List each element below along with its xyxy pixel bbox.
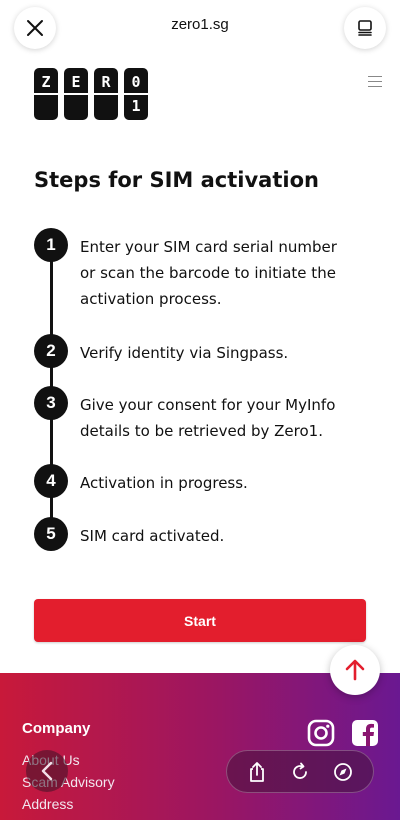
logo-tile: R [94,68,118,120]
arrow-up-icon [345,659,365,681]
instagram-icon[interactable] [307,719,335,747]
page-title: Steps for SIM activation [34,168,319,192]
compass-button[interactable] [331,760,355,784]
step-text: SIM card activated. [80,527,225,545]
reload-button[interactable] [288,760,312,784]
step-text: Activation in progress. [80,474,248,492]
activation-steps: 1 Enter your SIM card serial number or s… [34,228,374,558]
logo-tile: Z [34,68,58,120]
share-button[interactable] [245,760,269,784]
step-number-badge: 5 [34,517,68,551]
step-number-badge: 2 [34,334,68,368]
footer-link-address[interactable]: Address [22,796,73,812]
compass-icon [334,762,353,781]
tabs-button[interactable] [344,7,386,49]
site-footer: Company About Us Scam Advisory Address [0,673,400,820]
step-number-badge: 3 [34,386,68,420]
logo-tile: E [64,68,88,120]
url-label[interactable]: zero1.sg [0,16,400,33]
step-number-badge: 4 [34,464,68,498]
zero1-logo[interactable]: Z E R 01 [34,68,148,120]
browser-top-bar: zero1.sg [0,0,400,56]
start-button[interactable]: Start [34,599,366,642]
tabs-icon [358,20,372,36]
step-text: Verify identity via Singpass. [80,344,289,362]
logo-tile: 01 [124,68,148,120]
scroll-to-top-button[interactable] [330,645,380,695]
reload-icon [293,762,307,779]
facebook-icon[interactable] [351,719,379,747]
hamburger-menu-icon[interactable] [368,76,382,87]
back-button[interactable] [26,750,68,792]
step-text: Enter your SIM card serial number or sca… [80,238,337,308]
browser-action-bar [226,750,374,793]
step-number-badge: 1 [34,228,68,262]
step-text: Give your consent for your MyInfo detail… [80,396,336,440]
footer-heading-company: Company [22,720,91,737]
share-icon [249,761,264,782]
back-icon [41,761,53,781]
